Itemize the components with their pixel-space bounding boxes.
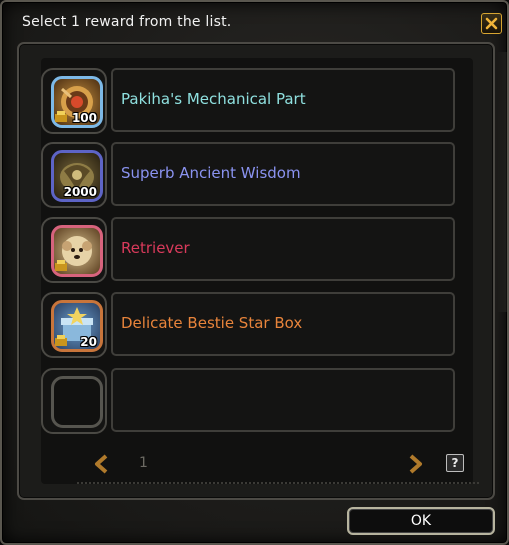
reward-row-retriever[interactable]: Retriever bbox=[41, 217, 467, 287]
item-name: Superb Ancient Wisdom bbox=[121, 164, 301, 182]
item-name-box: Pakiha's Mechanical Part bbox=[111, 68, 455, 132]
reward-row-ancient-wisdom[interactable]: 2000 Superb Ancient Wisdom bbox=[41, 142, 467, 212]
bound-item-icon bbox=[55, 335, 67, 346]
reward-selection-window: Select 1 reward from the list. 100 Pakih… bbox=[0, 0, 509, 545]
dialog-title: Select 1 reward from the list. bbox=[22, 14, 232, 30]
reward-row-mechanical-part[interactable]: 100 Pakiha's Mechanical Part bbox=[41, 68, 467, 138]
reward-row-star-box[interactable]: 20 Delicate Bestie Star Box bbox=[41, 292, 467, 362]
item-slot bbox=[41, 368, 107, 434]
bound-item-icon bbox=[55, 260, 67, 271]
reward-list-panel: 100 Pakiha's Mechanical Part 2000 Superb… bbox=[17, 42, 495, 500]
ok-button[interactable]: OK bbox=[347, 507, 495, 535]
item-quantity: 100 bbox=[71, 111, 97, 125]
list-divider bbox=[77, 482, 479, 484]
item-slot: 100 bbox=[41, 68, 107, 134]
help-button[interactable]: ? bbox=[446, 454, 464, 472]
item-name-box: Retriever bbox=[111, 217, 455, 281]
item-name: Retriever bbox=[121, 239, 190, 257]
item-quantity: 2000 bbox=[63, 185, 97, 199]
chevron-left-icon bbox=[95, 454, 108, 474]
previous-page-button[interactable] bbox=[93, 454, 111, 474]
empty-slot bbox=[51, 376, 103, 428]
background-tint bbox=[497, 52, 507, 312]
item-name: Delicate Bestie Star Box bbox=[121, 314, 303, 332]
chevron-right-icon bbox=[409, 454, 422, 474]
reward-row-empty bbox=[41, 368, 467, 438]
bound-item-icon bbox=[55, 111, 67, 122]
page-number: 1 bbox=[139, 455, 148, 471]
item-quantity: 20 bbox=[80, 335, 97, 349]
item-slot bbox=[41, 217, 107, 283]
item-name-box: Superb Ancient Wisdom bbox=[111, 142, 455, 206]
item-name: Pakiha's Mechanical Part bbox=[121, 90, 306, 108]
close-icon bbox=[485, 17, 498, 30]
close-button[interactable] bbox=[481, 13, 502, 34]
item-slot: 2000 bbox=[41, 142, 107, 208]
item-name-box bbox=[111, 368, 455, 432]
item-slot: 20 bbox=[41, 292, 107, 358]
next-page-button[interactable] bbox=[406, 454, 424, 474]
item-name-box: Delicate Bestie Star Box bbox=[111, 292, 455, 356]
